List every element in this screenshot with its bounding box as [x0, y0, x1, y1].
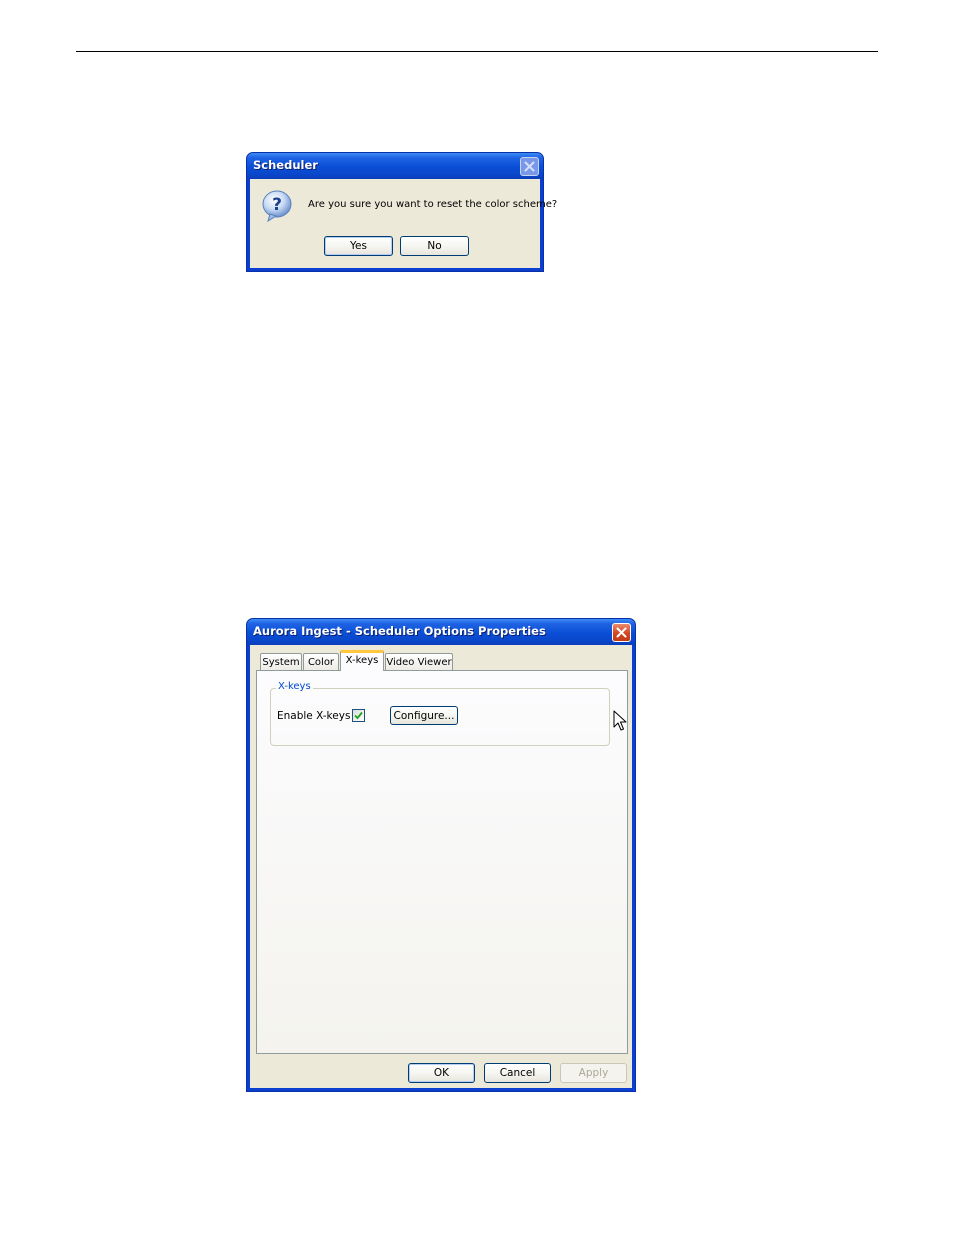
tab-color[interactable]: Color — [303, 653, 339, 670]
dialog-title: Aurora Ingest - Scheduler Options Proper… — [253, 624, 546, 638]
dialog-body: System Color X-keys Video Viewer X-keys … — [250, 645, 632, 1088]
yes-button[interactable]: Yes — [324, 236, 393, 256]
enable-x-keys-label: Enable X-keys — [277, 710, 351, 722]
question-icon: ? — [260, 189, 294, 223]
scheduler-options-dialog: Aurora Ingest - Scheduler Options Proper… — [246, 618, 636, 1092]
no-button[interactable]: No — [400, 236, 469, 256]
ok-button[interactable]: OK — [408, 1063, 475, 1083]
page-header-rule — [76, 51, 878, 52]
tab-x-keys[interactable]: X-keys — [340, 650, 384, 671]
mouse-pointer-icon — [613, 710, 627, 731]
tab-video-viewer[interactable]: Video Viewer — [385, 653, 453, 670]
dialog-titlebar[interactable]: Scheduler — [247, 153, 543, 179]
close-icon — [616, 627, 627, 638]
tab-system[interactable]: System — [260, 653, 302, 670]
close-button[interactable] — [520, 157, 539, 176]
dialog-titlebar[interactable]: Aurora Ingest - Scheduler Options Proper… — [247, 619, 635, 645]
checkmark-icon — [354, 711, 363, 720]
groupbox-title: X-keys — [276, 681, 313, 692]
scheduler-confirm-dialog: Scheduler ? Are you sure you want to res… — [246, 152, 557, 272]
apply-button[interactable]: Apply — [560, 1063, 627, 1083]
svg-text:?: ? — [272, 195, 282, 215]
configure-button[interactable]: Configure... — [390, 706, 458, 725]
confirm-message: Are you sure you want to reset the color… — [308, 199, 558, 210]
dialog-title: Scheduler — [253, 158, 318, 172]
x-keys-groupbox: X-keys Enable X-keys Configure... — [270, 681, 610, 746]
enable-x-keys-checkbox[interactable] — [352, 709, 365, 722]
x-keys-tab-panel: X-keys Enable X-keys Configure... — [256, 670, 628, 1054]
dialog-body: ? Are you sure you want to reset the col… — [250, 179, 557, 268]
close-icon — [524, 161, 535, 172]
close-button[interactable] — [612, 623, 631, 642]
cancel-button[interactable]: Cancel — [484, 1063, 551, 1083]
